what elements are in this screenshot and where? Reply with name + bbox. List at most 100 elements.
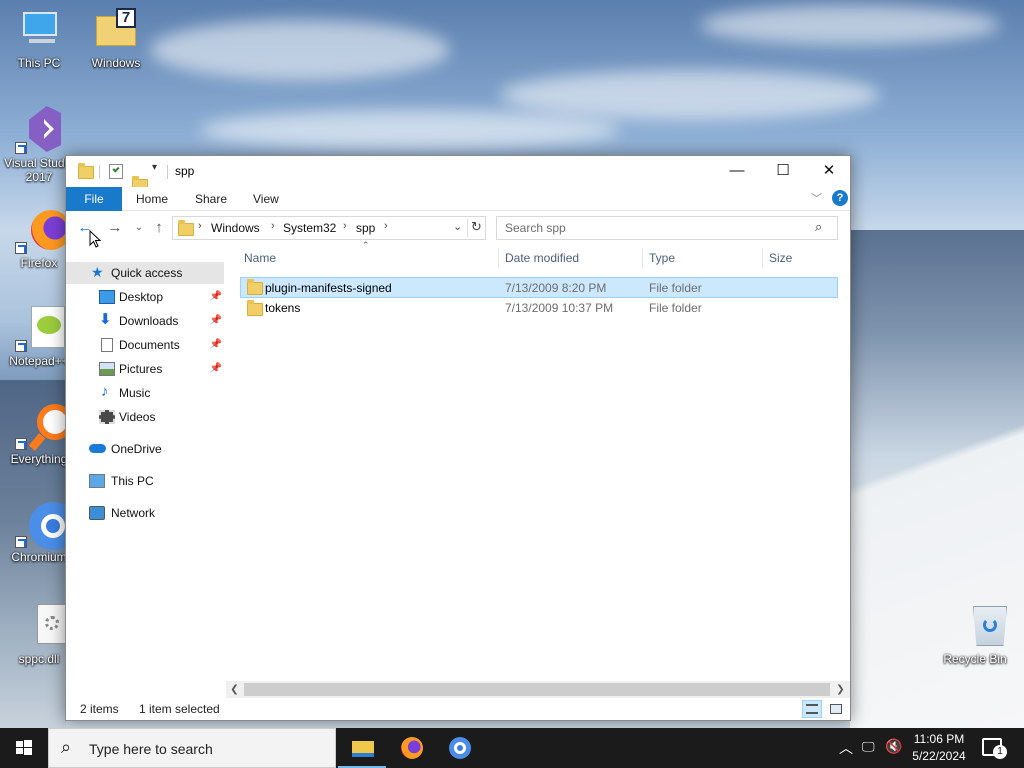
- everything-icon: [15, 402, 73, 451]
- tab-home[interactable]: Home: [122, 187, 182, 211]
- network-status-icon[interactable]: 🖵: [862, 739, 875, 768]
- music-icon: ♪: [101, 383, 109, 400]
- file-date: 7/13/2009 10:37 PM: [505, 301, 614, 315]
- file-row[interactable]: tokens 7/13/2009 10:37 PM File folder: [240, 298, 838, 319]
- nav-item-label: Documents: [119, 338, 180, 352]
- clock-time: 11:06 PM: [913, 732, 965, 746]
- file-explorer-window[interactable]: ▾ spp — ☐ ✕ File Home Share View ﹀ ? ← →…: [65, 155, 851, 721]
- breadcrumb-separator[interactable]: ›: [271, 220, 275, 232]
- system-clock[interactable]: 11:06 PM 5/22/2024: [904, 731, 974, 765]
- nav-item-videos[interactable]: Videos: [66, 406, 224, 428]
- nav-item-documents[interactable]: Documents 📌: [66, 334, 224, 356]
- pin-icon[interactable]: 📌: [210, 310, 222, 332]
- taskbar: ⌕ ︿ 🖵 🔇 11:06 PM 5/22/2024 1: [0, 728, 1024, 768]
- tab-share[interactable]: Share: [181, 187, 241, 211]
- file-explorer-icon: [352, 741, 374, 757]
- expand-ribbon-icon[interactable]: ﹀: [811, 190, 822, 206]
- scroll-right-arrow-icon[interactable]: ❯: [832, 681, 849, 698]
- desktop-icon-this-pc[interactable]: This PC: [0, 6, 78, 71]
- nav-item-music[interactable]: ♪ Music: [66, 382, 224, 404]
- nav-item-label: OneDrive: [111, 442, 162, 456]
- start-button[interactable]: [0, 728, 48, 768]
- nav-item-this-pc[interactable]: This PC: [66, 470, 224, 492]
- minimize-button[interactable]: —: [714, 156, 760, 186]
- pin-icon[interactable]: 📌: [210, 334, 222, 356]
- breadcrumb-separator[interactable]: ›: [198, 220, 202, 232]
- ribbon: File Home Share View ﹀ ?: [66, 187, 850, 211]
- notifications-icon[interactable]: 1: [982, 738, 1007, 759]
- desktop-icon-windows[interactable]: 7 Windows: [77, 6, 155, 71]
- taskbar-file-explorer[interactable]: [338, 728, 386, 768]
- taskbar-search-input[interactable]: [89, 740, 319, 758]
- volume-muted-icon[interactable]: 🔇: [885, 738, 902, 768]
- close-button[interactable]: ✕: [806, 156, 852, 186]
- details-view-button[interactable]: [802, 700, 822, 718]
- navigation-bar: ← → ⌄ ↑ › Windows › System32 › spp › ⌄ ↻…: [66, 212, 850, 244]
- nav-item-pictures[interactable]: Pictures 📌: [66, 358, 224, 380]
- forward-button[interactable]: →: [104, 217, 126, 239]
- tab-view[interactable]: View: [239, 187, 293, 211]
- search-icon[interactable]: ⌕: [815, 219, 822, 235]
- breadcrumb-system32[interactable]: System32: [283, 221, 336, 235]
- file-type: File folder: [649, 301, 702, 315]
- nav-item-quick-access[interactable]: ★ Quick access: [66, 262, 224, 284]
- details-view-icon: [806, 704, 818, 714]
- nav-item-network[interactable]: Network: [66, 502, 224, 524]
- breadcrumb-separator[interactable]: ›: [343, 220, 347, 232]
- title-bar[interactable]: ▾ spp — ☐ ✕: [66, 156, 852, 192]
- column-header-size[interactable]: Size: [769, 246, 792, 270]
- file-row[interactable]: plugin-manifests-signed 7/13/2009 8:20 P…: [240, 277, 838, 298]
- breadcrumb-separator[interactable]: ›: [384, 220, 388, 232]
- shortcut-arrow-icon: [15, 340, 27, 352]
- shortcut-arrow-icon: [15, 536, 27, 548]
- nav-item-desktop[interactable]: Desktop 📌: [66, 286, 224, 308]
- column-header-name[interactable]: Name: [244, 246, 276, 270]
- file-name[interactable]: tokens: [265, 298, 300, 318]
- column-header-type[interactable]: Type: [649, 246, 675, 270]
- customize-quick-access-icon[interactable]: ▾: [152, 162, 157, 173]
- notification-badge: 1: [993, 745, 1007, 759]
- address-dropdown-icon[interactable]: ⌄: [453, 220, 462, 233]
- desktop-icon-recycle-bin[interactable]: Recycle Bin: [936, 602, 1014, 667]
- breadcrumb-spp[interactable]: spp: [356, 221, 375, 235]
- file-name[interactable]: plugin-manifests-signed: [265, 278, 392, 298]
- navigation-pane: ★ Quick access Desktop 📌 ⬇ Downloads 📌 D…: [66, 252, 226, 682]
- search-input[interactable]: [505, 220, 805, 236]
- desktop-icon-label: Windows: [91, 56, 141, 70]
- tab-file[interactable]: File: [66, 187, 122, 211]
- help-icon[interactable]: ?: [832, 190, 848, 206]
- refresh-icon[interactable]: ↻: [471, 219, 482, 235]
- up-button[interactable]: ↑: [148, 217, 170, 239]
- properties-icon[interactable]: [109, 164, 123, 179]
- recent-locations-button[interactable]: ⌄: [128, 217, 150, 239]
- column-divider[interactable]: [762, 248, 763, 268]
- search-box[interactable]: ⌕: [496, 216, 838, 240]
- download-icon: ⬇: [99, 311, 112, 328]
- window-title: spp: [175, 164, 195, 178]
- show-hidden-icons-chevron-icon[interactable]: ︿: [839, 738, 853, 768]
- cloud: [200, 110, 620, 150]
- taskbar-firefox[interactable]: [388, 728, 436, 768]
- breadcrumb-windows[interactable]: Windows: [211, 221, 260, 235]
- taskbar-search-box[interactable]: ⌕: [48, 728, 336, 768]
- nav-item-label: Downloads: [119, 314, 179, 328]
- column-header-date-modified[interactable]: Date modified: [505, 246, 579, 270]
- file-list[interactable]: ⌃ Name Date modified Type Size plugin-ma…: [240, 240, 840, 680]
- nav-item-label: Pictures: [119, 362, 163, 376]
- pin-icon[interactable]: 📌: [210, 286, 222, 308]
- taskbar-chromium[interactable]: [436, 728, 484, 768]
- divider: [99, 165, 100, 179]
- column-divider[interactable]: [642, 248, 643, 268]
- nav-item-downloads[interactable]: ⬇ Downloads 📌: [66, 310, 224, 332]
- nav-item-onedrive[interactable]: OneDrive: [66, 438, 224, 460]
- column-divider[interactable]: [498, 248, 499, 268]
- maximize-button[interactable]: ☐: [760, 156, 806, 186]
- horizontal-scrollbar[interactable]: ❮ ❯: [226, 681, 850, 698]
- scroll-left-arrow-icon[interactable]: ❮: [226, 681, 243, 698]
- divider: [467, 219, 468, 237]
- pin-icon[interactable]: 📌: [210, 358, 222, 380]
- address-bar[interactable]: › Windows › System32 › spp › ⌄ ↻: [172, 216, 486, 240]
- scrollbar-thumb[interactable]: [244, 683, 830, 696]
- large-icons-view-button[interactable]: [826, 700, 846, 718]
- cloud-icon: [89, 444, 106, 453]
